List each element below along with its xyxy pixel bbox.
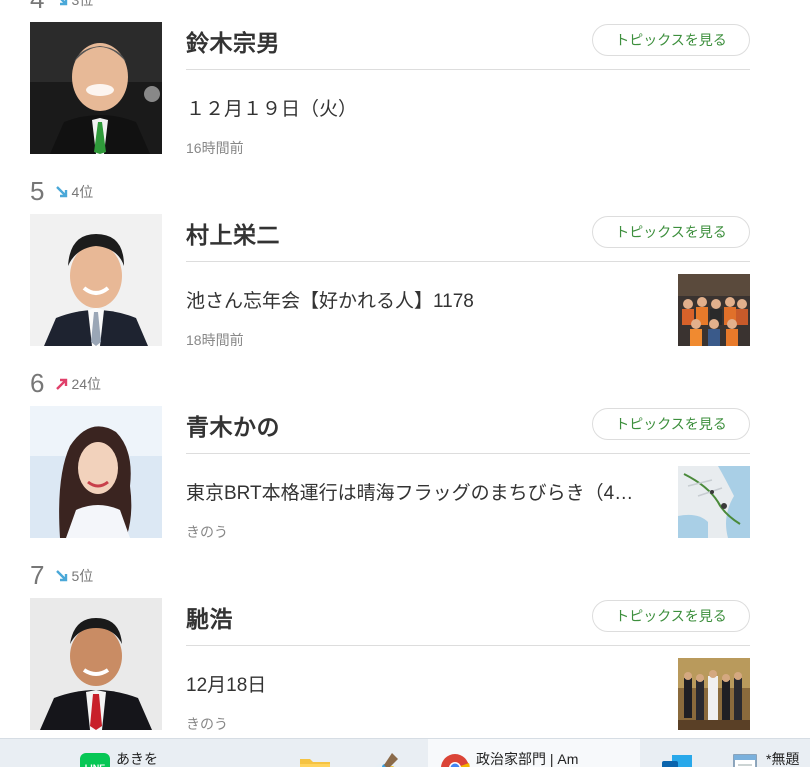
taskbar-item-label: 政治家部門 | Am bbox=[476, 751, 579, 767]
outlook-icon: O bbox=[662, 755, 692, 767]
view-topics-button[interactable]: トピックスを見る bbox=[592, 600, 750, 632]
divider bbox=[186, 69, 750, 70]
taskbar-item-folder[interactable] bbox=[300, 739, 336, 767]
post-time: きのう bbox=[186, 716, 228, 732]
post-title[interactable]: 池さん忘年会【好かれる人】1178 bbox=[186, 286, 656, 313]
post-title[interactable]: 12月18日 bbox=[186, 670, 656, 697]
arrow-down-icon bbox=[56, 186, 68, 198]
line-icon: LINE bbox=[80, 753, 110, 767]
post-thumbnail[interactable] bbox=[678, 466, 750, 538]
politician-name[interactable]: 馳浩 bbox=[186, 600, 233, 634]
taskbar-item-label: *無題 bbox=[766, 751, 800, 767]
rank-indicator: 4 3位 bbox=[30, 0, 93, 12]
politician-photo[interactable] bbox=[30, 22, 162, 154]
arrow-down-icon bbox=[56, 570, 68, 582]
folder-icon bbox=[300, 759, 330, 767]
view-topics-button[interactable]: トピックスを見る bbox=[592, 216, 750, 248]
post-time: 18時間前 bbox=[186, 332, 244, 348]
divider bbox=[186, 261, 750, 262]
ranking-item: 村上栄二 トピックスを見る 池さん忘年会【好かれる人】1178 18時間前 bbox=[30, 214, 750, 348]
view-topics-button[interactable]: トピックスを見る bbox=[592, 24, 750, 56]
politician-photo[interactable] bbox=[30, 598, 162, 730]
rank-number: 4 bbox=[30, 0, 44, 12]
ranking-item: 馳浩 トピックスを見る 12月18日 きのう bbox=[30, 598, 750, 732]
notepad-icon bbox=[733, 754, 757, 767]
previous-rank: 5位 bbox=[71, 568, 94, 584]
politician-photo[interactable] bbox=[30, 406, 162, 538]
rank-change: 24位 bbox=[54, 374, 101, 394]
post-thumbnail[interactable] bbox=[678, 658, 750, 730]
post-title[interactable]: １２月１９日（火） bbox=[186, 94, 656, 121]
ranking-list: 4 3位 鈴木宗男 トピックスを見る １２月１９日（火） 16時間前 bbox=[0, 0, 810, 738]
rank-indicator: 7 5位 bbox=[30, 562, 93, 588]
rank-number: 5 bbox=[30, 176, 45, 206]
ranking-item: 青木かの トピックスを見る 東京BRT本格運行は晴海フラッグのまちびらき（4… … bbox=[30, 406, 750, 540]
svg-text:LINE: LINE bbox=[85, 763, 106, 767]
rank-change: 5位 bbox=[54, 566, 93, 586]
divider bbox=[186, 645, 750, 646]
previous-rank: 4位 bbox=[71, 184, 94, 200]
politician-name[interactable]: 鈴木宗男 bbox=[186, 24, 280, 58]
taskbar-item-label: あきを bbox=[116, 751, 158, 767]
rank-indicator: 6 24位 bbox=[30, 370, 101, 396]
divider bbox=[186, 453, 750, 454]
politician-name[interactable]: 村上栄二 bbox=[186, 216, 280, 250]
ranking-item: 鈴木宗男 トピックスを見る １２月１９日（火） 16時間前 bbox=[30, 22, 750, 156]
previous-rank: 3位 bbox=[71, 0, 94, 8]
arrow-down-icon bbox=[60, 0, 68, 6]
taskbar-item-paint[interactable] bbox=[370, 739, 406, 767]
taskbar-item-notepad[interactable]: *無題 bbox=[730, 739, 799, 767]
previous-rank: 24位 bbox=[71, 376, 102, 392]
rank-indicator: 5 4位 bbox=[30, 178, 93, 204]
post-time: 16時間前 bbox=[186, 140, 244, 156]
arrow-up-icon bbox=[56, 378, 68, 390]
post-title[interactable]: 東京BRT本格運行は晴海フラッグのまちびらき（4… bbox=[186, 478, 656, 505]
chrome-icon bbox=[441, 754, 470, 767]
politician-photo[interactable] bbox=[30, 214, 162, 346]
rank-change: 4位 bbox=[54, 182, 93, 202]
taskbar-item-line[interactable]: LINE あきを bbox=[80, 739, 158, 767]
taskbar-item-chrome[interactable]: 政治家部門 | Am bbox=[428, 739, 640, 767]
taskbar: LINE あきを 政治家部門 | Am O *無題 bbox=[0, 738, 810, 767]
post-thumbnail[interactable] bbox=[678, 274, 750, 346]
paint-icon bbox=[374, 753, 398, 767]
rank-number: 7 bbox=[30, 560, 45, 590]
post-time: きのう bbox=[186, 524, 228, 540]
rank-number: 6 bbox=[30, 368, 45, 398]
view-topics-button[interactable]: トピックスを見る bbox=[592, 408, 750, 440]
rank-change: 3位 bbox=[54, 0, 93, 10]
taskbar-item-outlook[interactable]: O bbox=[662, 739, 698, 767]
politician-name[interactable]: 青木かの bbox=[186, 408, 280, 442]
